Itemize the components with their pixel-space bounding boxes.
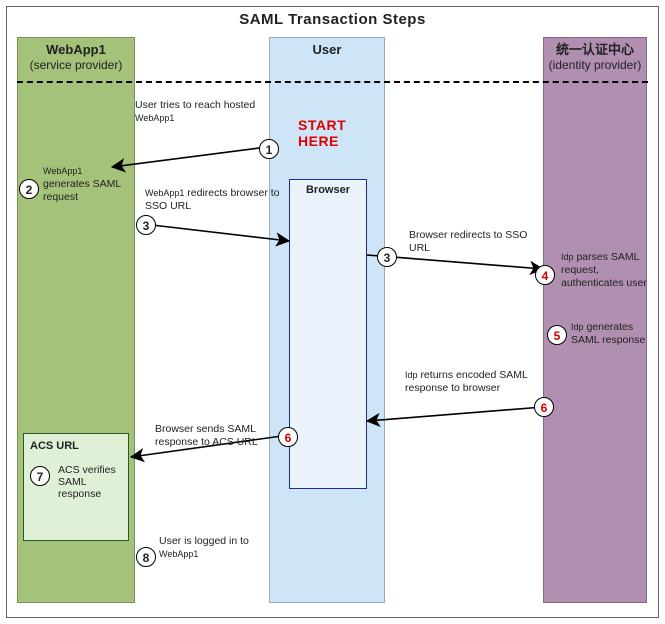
start-here-label: START HERE <box>298 117 346 149</box>
arrow-step-6a <box>367 407 543 421</box>
step-2-label: WebApp1 generates SAML request <box>43 165 129 204</box>
step-8-obj: WebApp1 <box>159 549 198 559</box>
step-2-badge: 2 <box>19 179 39 199</box>
step-8-label: User is logged in to WebApp1 <box>159 535 309 561</box>
column-user-header: User <box>270 38 384 58</box>
step-3b-badge: 3 <box>377 247 397 267</box>
browser-box: Browser <box>289 179 367 489</box>
step-6a-badge: 6 <box>534 397 554 417</box>
step-4-badge: 4 <box>535 265 555 285</box>
column-idp-header: 统一认证中心 (identity provider) <box>544 38 646 73</box>
step-3a-label: WebApp1 redirects browser to SSO URL <box>145 187 285 213</box>
step-8-text: User is logged in to <box>159 535 249 547</box>
column-identity-provider: 统一认证中心 (identity provider) <box>543 37 647 603</box>
step-1-label: User tries to reach hosted WebApp1 <box>135 99 285 125</box>
diagram-title: SAML Transaction Steps <box>7 11 658 28</box>
step-7-text: ACS verifies SAML response <box>58 464 116 500</box>
step-3b-label: Browser redirects to SSO URL <box>409 229 529 255</box>
step-6a-text: returns encoded SAML response to browser <box>405 369 527 394</box>
step-5-badge: 5 <box>547 325 567 345</box>
step-3a-subj: WebApp1 <box>145 188 184 198</box>
column-sp-header: WebApp1 (service provider) <box>18 38 134 73</box>
step-1-badge: 1 <box>259 139 279 159</box>
column-idp-role: (identity provider) <box>549 58 642 72</box>
header-divider <box>17 81 648 83</box>
step-5-subj: Idp <box>571 322 584 332</box>
step-1-obj: WebApp1 <box>135 113 174 123</box>
arrow-step-1 <box>112 147 267 167</box>
step-6a-subj: Idp <box>405 370 418 380</box>
step-2-text: generates SAML request <box>43 178 121 203</box>
acs-url-title: ACS URL <box>30 440 79 452</box>
column-sp-name: WebApp1 <box>46 42 106 57</box>
step-6a-label: Idp returns encoded SAML response to bro… <box>405 369 545 395</box>
step-1-text: User tries to reach hosted <box>135 99 255 111</box>
column-idp-name: 统一认证中心 <box>556 42 634 57</box>
column-sp-role: (service provider) <box>30 58 123 72</box>
step-5-label: Idp generates SAML response <box>571 321 655 347</box>
step-4-subj: Idp <box>561 252 574 262</box>
diagram-frame: SAML Transaction Steps WebApp1 (service … <box>6 6 659 618</box>
acs-url-box: ACS URL 7 ACS verifies SAML response <box>23 433 129 541</box>
step-6b-text: Browser sends SAML response to ACS URL <box>155 423 258 448</box>
step-4-text: parses SAML request, authenticates user <box>561 251 647 289</box>
step-8-badge: 8 <box>136 547 156 567</box>
step-4-label: Idp parses SAML request, authenticates u… <box>561 251 653 290</box>
step-7-badge: 7 <box>30 466 50 486</box>
step-6b-label: Browser sends SAML response to ACS URL <box>155 423 283 449</box>
step-2-subj: WebApp1 <box>43 166 82 176</box>
column-user-name: User <box>313 42 342 57</box>
step-3a-badge: 3 <box>136 215 156 235</box>
step-3b-text: Browser redirects to SSO URL <box>409 229 527 254</box>
